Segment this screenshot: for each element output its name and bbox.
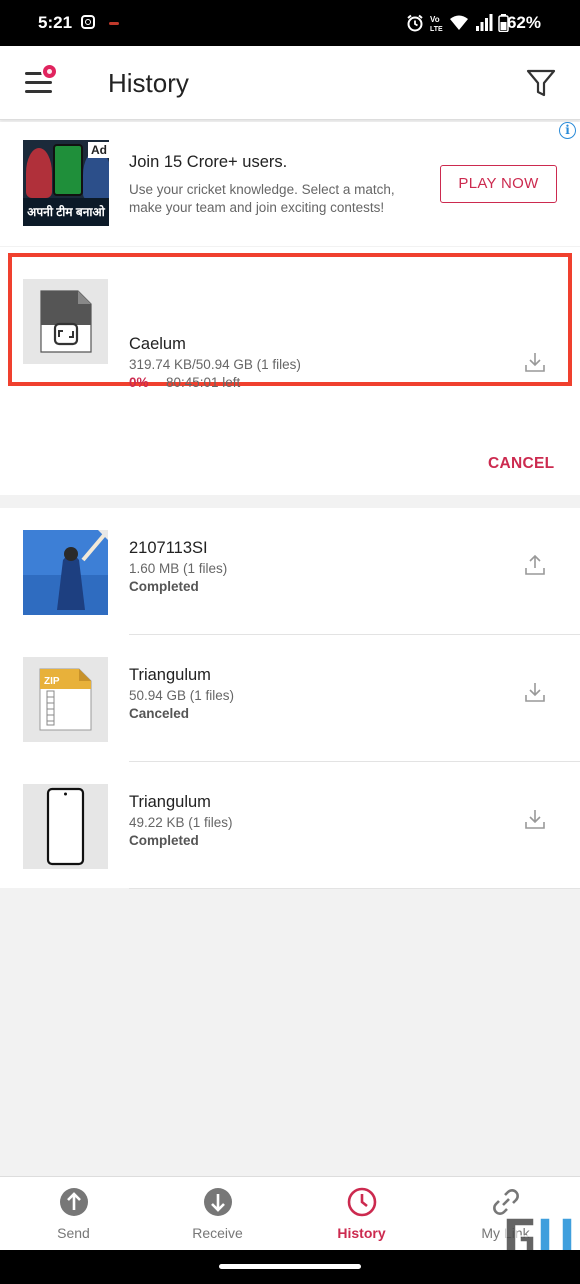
cancel-button[interactable]: CANCEL [488, 455, 554, 473]
bottom-nav: Send Receive History My Link [0, 1176, 580, 1250]
nav-history[interactable]: History [289, 1177, 434, 1251]
list-item[interactable]: ZIP Triangulum 50.94 GB (1 files) Cancel… [0, 635, 580, 762]
download-icon[interactable] [524, 351, 546, 373]
zip-file-icon: ZIP [39, 668, 92, 731]
battery-percent: 62% [506, 13, 541, 32]
file-size: 1.60 MB (1 files) [129, 561, 228, 576]
volte-icon: Vo LTE [430, 15, 443, 32]
svg-text:Vo: Vo [430, 15, 440, 24]
ad-banner[interactable]: i अपनी टीम बनाओ Ad Join 15 Crore+ users.… [0, 122, 580, 246]
file-name: Triangulum [129, 793, 211, 811]
photo-thumb [23, 530, 108, 615]
history-list: 2107113SI 1.60 MB (1 files) Completed ZI… [0, 508, 580, 889]
status-bar: 5:21 Vo LTE 62% [0, 0, 580, 46]
file-status: Canceled [129, 706, 190, 721]
nav-label: Send [57, 1225, 90, 1241]
phone-image [46, 787, 85, 866]
list-item[interactable]: Triangulum 49.22 KB (1 files) Completed [0, 762, 580, 889]
app-bar: History [0, 46, 580, 120]
app-screen: History i अपनी टीम बनाओ Ad Join 15 Crore… [0, 46, 580, 1250]
ad-player-left [26, 148, 52, 198]
ad-phone-graphic [53, 144, 83, 196]
gesture-bar [0, 1250, 580, 1284]
filter-icon[interactable] [526, 68, 556, 98]
download-icon[interactable] [524, 808, 546, 830]
ad-headline: Join 15 Crore+ users. [129, 153, 288, 171]
phone-thumb [23, 784, 108, 869]
notification-badge [41, 63, 58, 80]
receive-icon [204, 1188, 232, 1216]
history-icon [347, 1187, 377, 1217]
ad-info-icon[interactable]: i [559, 122, 576, 139]
ad-badge: Ad [88, 142, 110, 158]
zip-label: ZIP [44, 676, 60, 687]
photo-image [23, 530, 108, 615]
transfer-thumbnail [23, 279, 108, 364]
zip-file-thumb: ZIP [23, 657, 108, 742]
alarm-icon [407, 14, 423, 32]
wifi-icon [450, 15, 468, 30]
app-file-icon [40, 290, 92, 353]
list-item[interactable]: 2107113SI 1.60 MB (1 files) Completed [0, 508, 580, 635]
notification-dot-icon [109, 22, 119, 25]
status-icons: Vo LTE [380, 0, 580, 46]
ad-image-text: अपनी टीम बनाओ [23, 198, 109, 226]
file-size: 50.94 GB (1 files) [129, 688, 235, 703]
transfer-time-left: 80:45:01 left [166, 375, 241, 390]
instagram-notification-icon [81, 15, 95, 29]
nav-label: History [337, 1225, 386, 1241]
upload-icon[interactable] [524, 554, 546, 576]
active-transfer-card: Caelum 319.74 KB/50.94 GB (1 files) 0% 8… [0, 247, 580, 495]
svg-text:LTE: LTE [430, 26, 443, 32]
file-name: 2107113SI [129, 539, 208, 557]
file-status: Completed [129, 579, 199, 594]
status-time: 5:21 [38, 13, 73, 32]
nav-receive[interactable]: Receive [145, 1177, 290, 1251]
transfer-name: Caelum [129, 335, 186, 353]
file-size: 49.22 KB (1 files) [129, 815, 233, 830]
send-icon [60, 1188, 88, 1216]
file-name: Triangulum [129, 666, 211, 684]
signal-icon [476, 14, 493, 31]
transfer-progress: 0% [129, 375, 149, 390]
ad-description: Use your cricket knowledge. Select a mat… [129, 182, 395, 215]
file-status: Completed [129, 833, 199, 848]
nav-label: Receive [192, 1225, 243, 1241]
divider [129, 888, 580, 889]
download-icon[interactable] [524, 681, 546, 703]
transfer-size: 319.74 KB/50.94 GB (1 files) [129, 357, 301, 372]
page-title: History [108, 68, 189, 98]
nav-send[interactable]: Send [1, 1177, 146, 1251]
home-indicator[interactable] [219, 1264, 361, 1269]
play-now-button[interactable]: PLAY NOW [440, 165, 557, 203]
